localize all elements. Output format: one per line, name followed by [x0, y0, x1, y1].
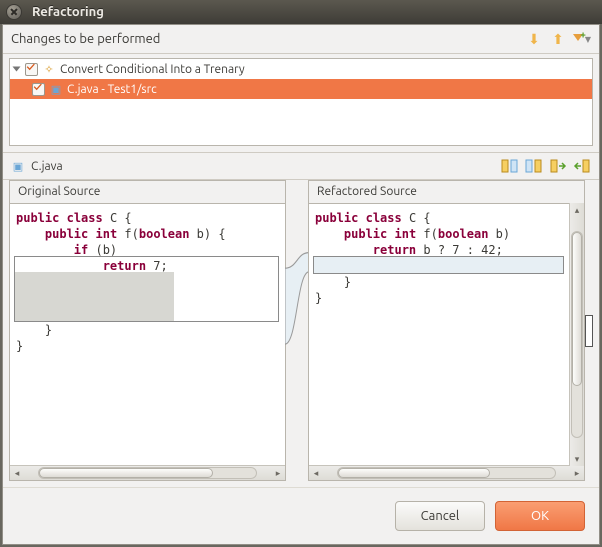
- changes-header-label: Changes to be performed: [11, 32, 160, 46]
- tree-child-label: C.java - Test1/src: [67, 83, 157, 96]
- prev-change-button[interactable]: ⬆: [549, 30, 567, 48]
- tree-child-checkbox[interactable]: [32, 83, 45, 96]
- scroll-down-icon[interactable]: ▾: [570, 452, 584, 466]
- scroll-right-icon[interactable]: ▸: [271, 466, 285, 480]
- copy-ltr-icon: [501, 158, 519, 174]
- scroll-left-icon[interactable]: ◂: [10, 466, 24, 480]
- copy-rtl-icon: [525, 158, 543, 174]
- compare-toolbar: ▣ C.java: [3, 152, 599, 180]
- scroll-right-icon[interactable]: ▸: [570, 466, 584, 480]
- overview-ruler[interactable]: [585, 180, 593, 481]
- next-diff-icon: [549, 158, 567, 174]
- scroll-left-icon[interactable]: ◂: [309, 466, 323, 480]
- original-header: Original Source: [10, 181, 285, 204]
- dialog-body: Changes to be performed ⬇ ⬆ + ▼ ✧ Conver…: [2, 24, 600, 545]
- window-title: Refactoring: [32, 5, 104, 19]
- changes-header: Changes to be performed ⬇ ⬆ + ▼: [3, 25, 599, 54]
- refactored-code: public class C { public int f(boolean b)…: [309, 204, 570, 306]
- filter-icon: +: [573, 32, 583, 46]
- refactored-hscroll[interactable]: ◂ ▸: [309, 465, 584, 480]
- next-diff-button[interactable]: [549, 157, 567, 175]
- refactored-pane: Refactored Source public class C { publi…: [308, 180, 585, 481]
- compare-area: Original Source public class C { public …: [9, 180, 593, 481]
- expand-icon[interactable]: [13, 67, 21, 72]
- tree-root-checkbox[interactable]: [25, 63, 38, 76]
- java-file-icon: ▣: [11, 159, 25, 173]
- cancel-button[interactable]: Cancel: [395, 501, 485, 531]
- original-hscroll[interactable]: ◂ ▸: [10, 465, 285, 480]
- original-pane: Original Source public class C { public …: [9, 180, 286, 481]
- arrow-down-icon: ⬇: [528, 32, 540, 46]
- refactored-header: Refactored Source: [309, 181, 584, 204]
- java-file-icon: ▣: [49, 82, 63, 96]
- tree-root-label: Convert Conditional Into a Trenary: [60, 63, 245, 76]
- arrow-up-icon: ⬆: [552, 32, 564, 46]
- prev-diff-button[interactable]: [573, 157, 591, 175]
- diff-gutter: [286, 180, 308, 481]
- compare-file-label: C.java: [31, 160, 63, 173]
- overview-marker: [585, 315, 593, 347]
- filter-menu-button[interactable]: + ▼: [573, 30, 591, 48]
- refactored-code-view[interactable]: public class C { public int f(boolean b)…: [309, 204, 570, 465]
- tree-child-item[interactable]: ▣ C.java - Test1/src: [10, 79, 592, 99]
- scroll-up-icon[interactable]: ▴: [570, 203, 584, 217]
- original-code-view[interactable]: public class C { public int f(boolean b)…: [10, 204, 285, 465]
- copy-left-to-right-button[interactable]: [501, 157, 519, 175]
- button-bar: Cancel OK: [3, 487, 599, 544]
- ok-button[interactable]: OK: [495, 501, 585, 531]
- next-change-button[interactable]: ⬇: [525, 30, 543, 48]
- close-icon[interactable]: [6, 4, 22, 20]
- changes-tree[interactable]: ✧ Convert Conditional Into a Trenary ▣ C…: [9, 58, 593, 146]
- refactored-vscroll[interactable]: ▴ ▾: [569, 203, 584, 466]
- tree-root-item[interactable]: ✧ Convert Conditional Into a Trenary: [10, 59, 592, 79]
- refactor-icon: ✧: [42, 62, 56, 76]
- prev-diff-icon: [573, 158, 591, 174]
- copy-right-to-left-button[interactable]: [525, 157, 543, 175]
- window-titlebar: Refactoring: [0, 0, 602, 24]
